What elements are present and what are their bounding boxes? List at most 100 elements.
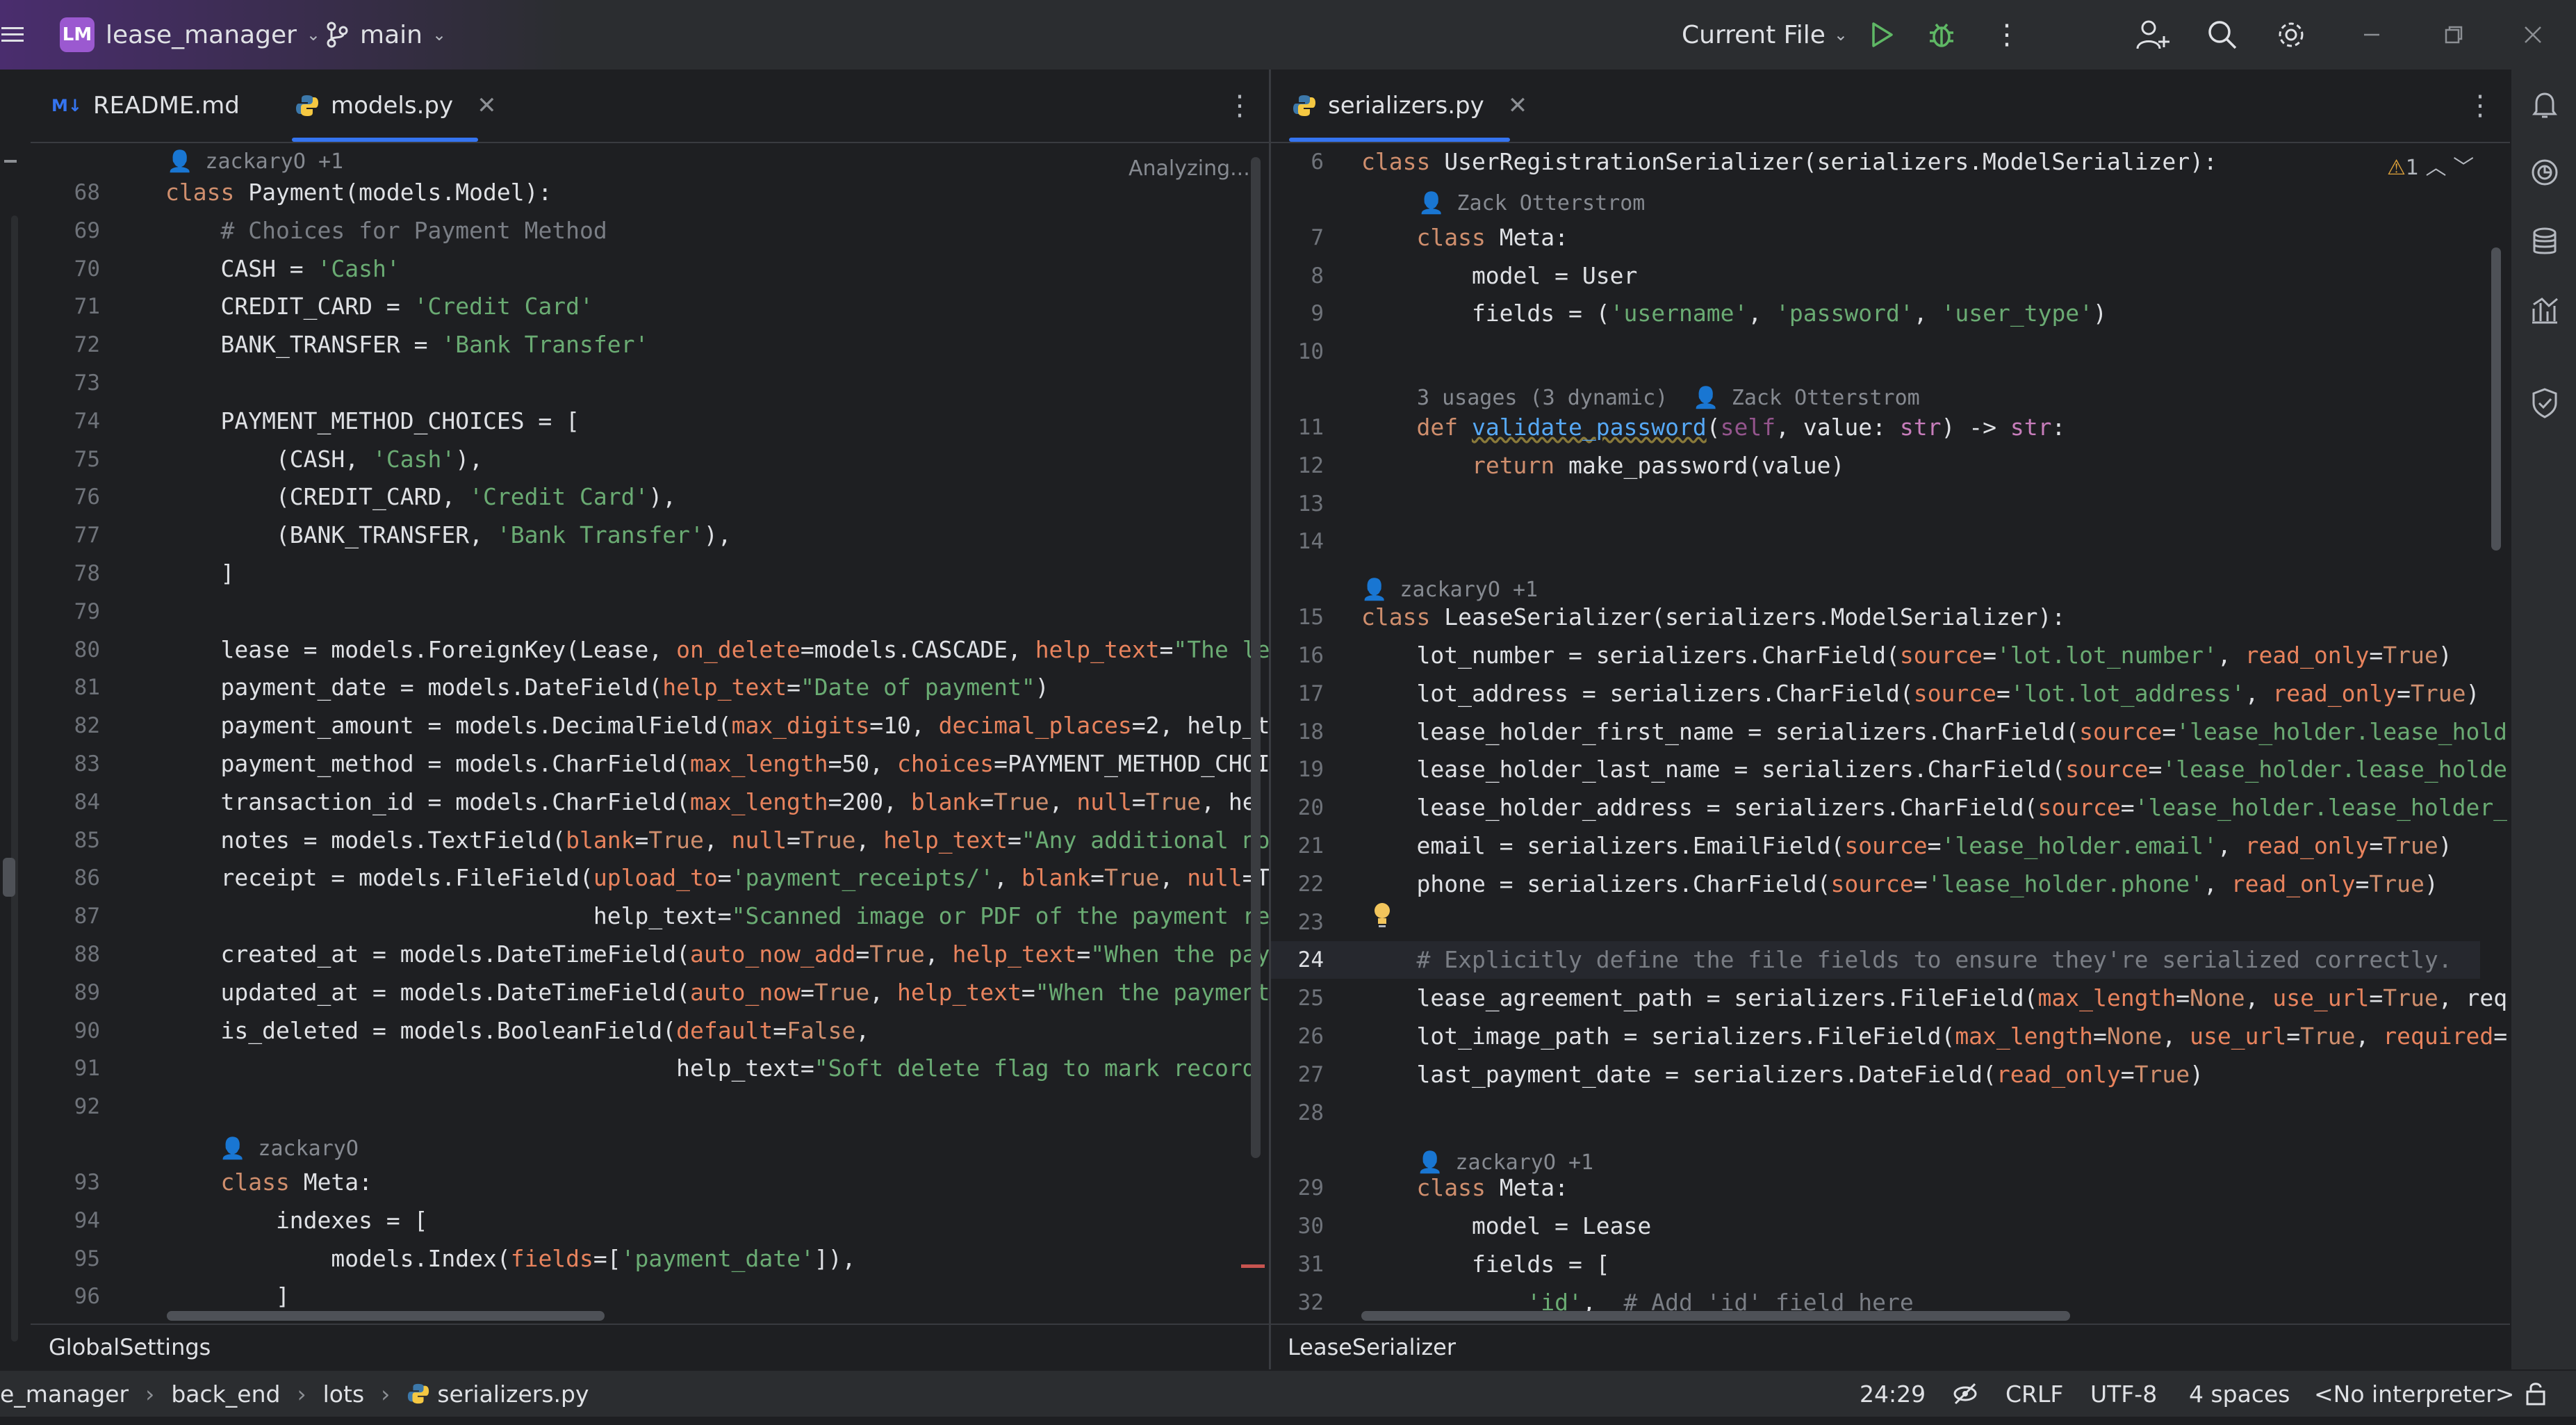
code-line[interactable]: class Meta: [1361,219,1568,256]
code-line[interactable]: class UserRegistrationSerializer(seriali… [1361,143,2217,181]
code-line[interactable]: payment_method = models.CharField(max_le… [165,745,1269,783]
analysis-status: Analyzing... [1129,156,1250,181]
debug-button[interactable] [1928,0,1955,70]
code-line[interactable]: lot_number = serializers.CharField(sourc… [1361,637,2452,674]
interpreter-selector[interactable]: <No interpreter> [2314,1371,2514,1417]
tab-serializers[interactable]: serializers.py ✕ [1292,70,1527,142]
tool-window-stripe-icon[interactable] [4,160,17,163]
path-item[interactable]: serializers.py [437,1381,589,1408]
code-line[interactable]: phone = serializers.CharField(source='le… [1361,865,2438,903]
right-code-editor[interactable]: 👤 Zack Otterstrom 3 usages (3 dynamic) 👤… [1271,143,2510,1324]
code-line[interactable]: class Meta: [1361,1169,1568,1207]
more-actions-icon[interactable]: ⋮ [1993,0,2021,70]
close-tab-icon[interactable]: ✕ [1508,92,1528,120]
more-tabs-icon[interactable]: ⋮ [2466,70,2494,142]
lock-icon[interactable] [2524,1371,2548,1417]
code-line[interactable]: notes = models.TextField(blank=True, nul… [165,822,1269,859]
tab-readme[interactable]: M↓ README.md [51,70,240,142]
code-line[interactable]: # Choices for Payment Method [165,212,607,250]
vcs-branch-widget[interactable]: main ⌄ [325,0,446,70]
run-config-selector[interactable]: Current File ⌄ [1682,0,1848,70]
breadcrumb-item[interactable]: GlobalSettings [49,1334,211,1360]
main-menu-icon[interactable] [0,0,31,70]
code-line[interactable]: model = Lease [1361,1207,1651,1245]
code-line[interactable]: lease = models.ForeignKey(Lease, on_dele… [165,631,1269,669]
code-line[interactable]: lease_agreement_path = serializers.FileF… [1361,979,2507,1017]
code-line[interactable]: ] [165,1278,290,1315]
code-line[interactable]: lot_image_path = serializers.FileField(m… [1361,1018,2507,1055]
path-item[interactable]: lots [323,1381,365,1408]
database-icon[interactable] [2528,225,2561,259]
code-line[interactable]: is_deleted = models.BooleanField(default… [165,1012,869,1050]
code-line[interactable]: ] [165,555,234,592]
code-line[interactable]: (CREDIT_CARD, 'Credit Card'), [165,478,676,516]
left-code-editor[interactable]: 👤 zackaryO +1 Analyzing... 👤 zackaryO 68… [31,143,1269,1324]
warnings-indicator[interactable]: ⚠1 ︿ ﹀ [2387,150,2474,181]
code-line[interactable]: (CASH, 'Cash'), [165,441,483,478]
code-line[interactable]: class Payment(models.Model): [165,174,552,211]
code-line[interactable]: return make_password(value) [1361,447,1844,484]
code-line[interactable]: (BANK_TRANSFER, 'Bank Transfer'), [165,516,732,554]
code-line[interactable]: lot_address = serializers.CharField(sour… [1361,675,2479,712]
code-line[interactable]: help_text="Scanned image or PDF of the p… [165,897,1269,935]
minimize-icon[interactable] [2361,0,2382,70]
ai-assistant-icon[interactable] [2528,156,2561,189]
path-item[interactable]: e_manager [0,1381,129,1408]
right-vertical-scrollbar[interactable] [2491,247,2501,551]
code-line[interactable]: CASH = 'Cash' [165,250,400,288]
code-line[interactable]: indexes = [ [165,1202,428,1239]
line-separator[interactable]: CRLF [2005,1371,2063,1417]
code-line[interactable]: email = serializers.EmailField(source='l… [1361,827,2452,865]
code-line[interactable]: receipt = models.FileField(upload_to='pa… [165,859,1269,897]
run-button[interactable] [1869,0,1894,70]
caret-position[interactable]: 24:29 [1860,1371,1926,1417]
tab-models[interactable]: models.py ✕ [295,70,497,142]
profiler-chart-icon[interactable] [2528,293,2561,327]
code-line[interactable]: updated_at = models.DateTimeField(auto_n… [165,974,1269,1011]
code-line[interactable]: lease_holder_first_name = serializers.Ch… [1361,713,2507,751]
add-user-icon[interactable] [2136,0,2169,70]
breadcrumb-item[interactable]: LeaseSerializer [1288,1334,1456,1360]
code-line[interactable]: lease_holder_last_name = serializers.Cha… [1361,751,2507,788]
code-line[interactable]: def validate_password(self, value: str) … [1361,409,2065,446]
settings-gear-icon[interactable] [2275,0,2307,70]
code-line[interactable]: fields = ('username', 'password', 'user_… [1361,295,2107,332]
code-line[interactable]: # Explicitly define the file fields to e… [1361,941,2452,979]
indent-setting[interactable]: 4 spaces [2189,1371,2290,1417]
search-icon[interactable] [2207,0,2238,70]
close-window-icon[interactable] [2522,0,2543,70]
right-horizontal-scrollbar[interactable] [1361,1311,2070,1321]
restore-window-icon[interactable] [2443,0,2464,70]
lightbulb-icon[interactable] [1372,901,1393,929]
line-number: 81 [74,675,100,701]
path-item[interactable]: back_end [171,1381,280,1408]
code-line[interactable]: CREDIT_CARD = 'Credit Card' [165,288,593,325]
file-encoding[interactable]: UTF-8 [2090,1371,2157,1417]
code-line[interactable]: BANK_TRANSFER = 'Bank Transfer' [165,326,648,364]
chevron-down-icon[interactable]: ﹀ [2453,156,2474,180]
code-line[interactable]: payment_date = models.DateField(help_tex… [165,669,1049,706]
code-line[interactable]: transaction_id = models.CharField(max_le… [165,783,1256,821]
error-stripe-mark [1241,1264,1265,1268]
code-line[interactable]: lease_holder_address = serializers.CharF… [1361,789,2507,826]
left-horizontal-scrollbar[interactable] [167,1311,605,1321]
close-tab-icon[interactable]: ✕ [477,92,497,120]
notifications-bell-icon[interactable] [2528,88,2561,121]
more-tabs-icon[interactable]: ⋮ [1226,70,1254,142]
code-line[interactable]: help_text="Soft delete flag to mark reco… [165,1050,1256,1087]
code-line[interactable]: PAYMENT_METHOD_CHOICES = [ [165,402,580,440]
code-line[interactable]: class Meta: [165,1164,372,1201]
code-line[interactable]: payment_amount = models.DecimalField(max… [165,707,1269,744]
security-shield-icon[interactable] [2528,386,2561,420]
left-scroll-thumb[interactable] [3,858,15,897]
code-line[interactable]: models.Index(fields=['payment_date']), [165,1240,855,1278]
project-widget[interactable]: LM lease_manager ⌄ [60,0,320,70]
code-line[interactable]: class LeaseSerializer(serializers.ModelS… [1361,598,2065,636]
no-highlighting-icon[interactable] [1951,1371,1979,1417]
code-line[interactable]: fields = [ [1361,1246,1610,1283]
code-line[interactable]: model = User [1361,257,1637,295]
chevron-up-icon[interactable]: ︿ [2426,156,2447,180]
code-line[interactable]: last_payment_date = serializers.DateFiel… [1361,1056,2204,1093]
code-line[interactable]: created_at = models.DateTimeField(auto_n… [165,936,1269,973]
left-vertical-scrollbar[interactable] [1251,157,1261,1158]
